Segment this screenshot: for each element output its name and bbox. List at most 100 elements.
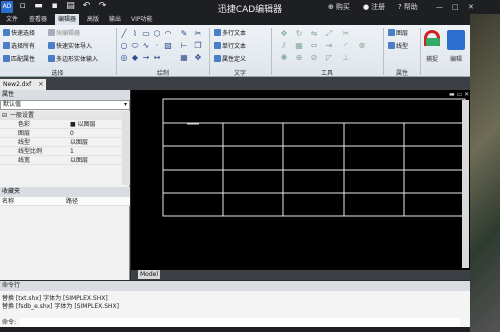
layer-icon xyxy=(388,29,395,36)
pin-icon[interactable]: ⊗ xyxy=(358,42,366,50)
mtext-button[interactable]: 多行文本 xyxy=(214,29,246,38)
spline-icon[interactable]: ∿ xyxy=(142,42,150,50)
extend-icon[interactable]: ⇥ xyxy=(325,42,333,50)
attribute-icon xyxy=(214,55,221,62)
minimize-button[interactable]: — xyxy=(436,2,443,12)
linetype-button[interactable]: 线型 xyxy=(388,42,408,51)
viewport-controls[interactable]: ▬ ▭ ✕ xyxy=(449,91,469,98)
quick-entity-import-button[interactable]: 快速实体导入 xyxy=(48,42,92,51)
erase-icon[interactable]: ✂ xyxy=(194,30,202,38)
properties-header: 属性 xyxy=(0,90,130,100)
ribbon: 快速选择 选择所有 匹配属性 块编辑器 快速实体导入 多边形实体输入 选择 ╱ … xyxy=(0,25,470,77)
scale-icon[interactable]: ⤢ xyxy=(325,30,333,38)
array-icon[interactable]: ▦ xyxy=(295,42,303,50)
donut-icon[interactable]: ◎ xyxy=(120,54,128,62)
edit-button[interactable]: 编辑 xyxy=(443,54,469,63)
linetype-icon xyxy=(388,42,395,49)
region-icon[interactable]: ◆ xyxy=(131,54,139,62)
capture-button[interactable]: 捕捉 xyxy=(421,54,443,63)
polygon-icon[interactable]: ⬡ xyxy=(153,30,161,38)
menu-vip[interactable]: VIP功能 xyxy=(128,14,156,25)
copy-icon[interactable]: ❐ xyxy=(194,42,202,50)
viewport-scrollbar[interactable] xyxy=(462,100,469,268)
entity-import-icon xyxy=(48,42,55,49)
menu-editor[interactable]: 编辑器 xyxy=(55,14,80,25)
ellipse-icon[interactable]: ⬭ xyxy=(131,42,139,50)
offset-icon[interactable]: ⫽ xyxy=(280,42,288,50)
edit-icon[interactable] xyxy=(447,30,465,50)
table-icon[interactable]: ▦ xyxy=(180,54,188,62)
point-icon[interactable]: · xyxy=(153,42,161,50)
move-icon[interactable]: ✥ xyxy=(194,54,202,62)
arc-icon[interactable]: ◠ xyxy=(164,30,172,38)
select-all-icon xyxy=(3,42,10,49)
ray-icon[interactable]: → xyxy=(142,54,150,62)
pencil-icon[interactable]: ✎ xyxy=(180,30,188,38)
dimension-icon[interactable]: ⊢ xyxy=(180,42,188,50)
quick-select-button[interactable]: 快速选择 xyxy=(3,29,35,38)
command-input[interactable] xyxy=(20,318,460,327)
prop-color[interactable]: 色彩 ■ 以图层 xyxy=(0,120,122,129)
drawing-viewport[interactable]: ▬ ▭ ✕ xyxy=(131,90,470,279)
collapse-icon: ⊟ xyxy=(2,112,8,119)
stretch-icon[interactable]: ⇔ xyxy=(310,42,318,50)
match-props-button[interactable]: 匹配属性 xyxy=(3,55,35,64)
layer-button[interactable]: 图层 xyxy=(388,29,408,38)
close-tab-icon[interactable]: × xyxy=(38,79,44,90)
maximize-button[interactable]: □ xyxy=(452,2,459,12)
polygon-entity-input-button[interactable]: 多边形实体输入 xyxy=(48,55,98,64)
explode-icon[interactable]: ✺ xyxy=(280,54,288,62)
menu-bar: 文件 查看器 编辑器 高版 输出 VIP功能 xyxy=(0,14,500,25)
hatch-icon[interactable]: ▨ xyxy=(164,42,172,50)
rotate-icon[interactable]: ↻ xyxy=(295,30,303,38)
quick-select-icon xyxy=(3,29,10,36)
select-all-button[interactable]: 选择所有 xyxy=(3,42,35,51)
prop-linetype[interactable]: 线型 以图层 xyxy=(0,138,122,147)
close-button[interactable]: ✕ xyxy=(468,2,474,12)
register-button[interactable]: ● 注册 xyxy=(363,2,385,12)
single-text-button[interactable]: 单行文本 xyxy=(214,42,246,51)
group-label-text: 文字 xyxy=(233,70,246,77)
block-editor-button[interactable]: 块编辑器 xyxy=(48,29,80,38)
mirror-icon[interactable]: ⇋ xyxy=(310,30,318,38)
model-tab[interactable]: Model xyxy=(138,270,160,279)
chamfer-icon[interactable]: ◸ xyxy=(325,54,333,62)
break-icon[interactable]: ⊘ xyxy=(310,54,318,62)
polyline-icon[interactable]: ⌇ xyxy=(131,30,139,38)
measure-icon[interactable]: ⊥ xyxy=(342,54,350,62)
command-output-line: 替换 [fsdb_e.shx] 字体为 [SIMPLEX.SHX] xyxy=(2,303,119,310)
trim-icon[interactable]: ✂ xyxy=(342,30,350,38)
group-label-props: 属性 xyxy=(395,70,408,77)
buy-button[interactable]: ⊕ 购买 xyxy=(328,2,350,12)
rectangle-icon[interactable]: ▭ xyxy=(142,30,150,38)
properties-panel: 属性 默认值 ▾ ⊟ 一般设置 色彩 ■ 以图层 图层 0 线型 以图层 线型比例 1 线宽… xyxy=(0,90,130,280)
entity-selector[interactable]: 默认值 ▾ xyxy=(0,100,130,110)
help-icon: ? xyxy=(398,3,402,11)
join-icon[interactable]: ⊕ xyxy=(295,54,303,62)
circle-icon[interactable]: ○ xyxy=(120,42,128,50)
prop-layer[interactable]: 图层 0 xyxy=(0,129,122,138)
chevron-down-icon: ▾ xyxy=(123,101,127,108)
command-prompt: 命令: xyxy=(2,319,17,326)
polygon-input-icon xyxy=(48,55,55,62)
fillet-icon[interactable]: ◜ xyxy=(342,42,350,50)
xline-icon[interactable]: ↔ xyxy=(153,54,161,62)
section-general[interactable]: ⊟ 一般设置 xyxy=(0,111,122,120)
user-icon: ● xyxy=(363,3,370,11)
match-props-icon xyxy=(3,55,10,62)
mtext-icon xyxy=(214,29,221,36)
menu-viewer[interactable]: 查看器 xyxy=(26,14,50,25)
menu-file[interactable]: 文件 xyxy=(3,14,21,25)
attribute-define-button[interactable]: 属性定义 xyxy=(214,55,246,64)
line-icon[interactable]: ╱ xyxy=(120,30,128,38)
prop-lineweight[interactable]: 线宽 以图层 xyxy=(0,156,122,165)
help-button[interactable]: ? 帮助 xyxy=(398,2,418,12)
menu-advanced[interactable]: 高版 xyxy=(84,14,102,25)
menu-output[interactable]: 输出 xyxy=(106,14,124,25)
move-tool-icon[interactable]: ✥ xyxy=(280,30,288,38)
properties-scrollbar[interactable] xyxy=(122,111,130,185)
favorites-header: 收藏夹 xyxy=(0,187,130,197)
divider xyxy=(420,28,421,75)
snap-check-icon xyxy=(426,38,440,46)
prop-linescale[interactable]: 线型比例 1 xyxy=(0,147,122,156)
